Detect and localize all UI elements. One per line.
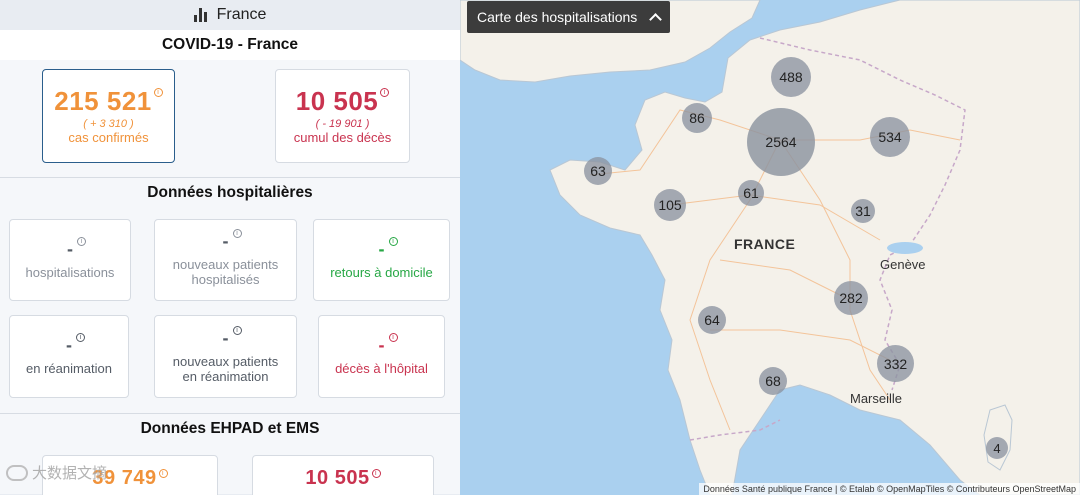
deaths-card[interactable]: 10 505 i ( - 19 901 ) cumul des décès: [275, 69, 410, 163]
hospitalisations-value: -i: [67, 236, 86, 258]
confirmed-delta: ( + 3 310 ): [83, 118, 134, 130]
cluster-marker[interactable]: 64: [698, 306, 726, 334]
cluster-marker[interactable]: 63: [584, 157, 612, 185]
new-hospitalised-value: -i: [223, 229, 242, 250]
info-icon[interactable]: i: [371, 469, 381, 478]
cluster-marker[interactable]: 282: [834, 281, 868, 315]
covid-title: COVID-19 - France: [0, 30, 460, 60]
info-icon[interactable]: i: [388, 236, 398, 246]
cluster-marker[interactable]: 31: [851, 199, 875, 223]
confirmed-value: 215 521 i: [43, 86, 174, 117]
cluster-marker[interactable]: 61: [738, 180, 764, 206]
hospitalisations-label: hospitalisations: [25, 264, 115, 280]
info-icon[interactable]: i: [158, 469, 168, 478]
cluster-marker[interactable]: 68: [759, 367, 787, 395]
cluster-marker[interactable]: 105: [654, 189, 686, 221]
chevron-up-icon[interactable]: [649, 12, 663, 26]
map-title-bar[interactable]: Carte des hospitalisations: [467, 1, 671, 33]
deaths-delta: ( - 19 901 ): [315, 118, 370, 130]
icu-label: en réanimation: [26, 361, 112, 376]
returns-home-label: retours à domicile: [330, 264, 433, 280]
returns-home-value: -i: [379, 236, 398, 258]
info-icon[interactable]: i: [76, 333, 85, 342]
confirmed-label: cas confirmés: [68, 130, 149, 145]
info-icon[interactable]: i: [77, 236, 86, 246]
city-label-marseille: Marseille: [850, 391, 903, 406]
cluster-marker[interactable]: 4: [986, 437, 1008, 459]
cluster-marker[interactable]: 2564: [747, 108, 815, 176]
country-label: FRANCE: [734, 236, 796, 252]
city-label-geneve: Genève: [880, 257, 926, 272]
cluster-marker[interactable]: 332: [877, 345, 914, 382]
new-icu-card[interactable]: -i nouveaux patients en réanimation: [154, 315, 297, 398]
region-selector[interactable]: France: [0, 0, 460, 30]
hospital-deaths-card[interactable]: -i décès à l'hôpital: [318, 315, 445, 398]
hospitalisation-map[interactable]: Carte des hospitalisations FRANCE Genève…: [460, 0, 1080, 495]
confirmed-cases-card[interactable]: 215 521 i ( + 3 310 ) cas confirmés: [42, 69, 175, 163]
new-icu-value: -i: [223, 325, 242, 347]
hospital-section: Données hospitalières -i hospitalisation…: [0, 178, 460, 414]
ehpad-deaths-card[interactable]: 10 505 i: [252, 455, 434, 495]
new-icu-label: nouveaux patients en réanimation: [172, 353, 279, 384]
covid-summary: 215 521 i ( + 3 310 ) cas confirmés 10 50…: [0, 60, 460, 178]
new-hospitalised-label: nouveaux patients hospitalisés: [172, 257, 279, 287]
icu-value: -i: [66, 333, 85, 354]
info-icon[interactable]: i: [388, 333, 398, 342]
info-icon[interactable]: i: [232, 325, 242, 335]
map-title: Carte des hospitalisations: [477, 9, 638, 25]
info-icon[interactable]: i: [232, 229, 242, 238]
hospital-deaths-value: -i: [379, 333, 398, 354]
watermark-logo-icon: [6, 464, 28, 481]
hospitalisations-card[interactable]: -i hospitalisations: [9, 219, 131, 301]
watermark: 大数据文摘: [6, 462, 107, 483]
region-name: France: [216, 6, 267, 23]
bar-chart-icon: [193, 8, 207, 22]
deaths-label: cumul des décès: [293, 130, 392, 145]
deaths-value: 10 505 i: [276, 86, 409, 117]
cluster-marker[interactable]: 488: [771, 57, 811, 97]
info-icon[interactable]: i: [153, 88, 163, 97]
new-hospitalised-card[interactable]: -i nouveaux patients hospitalisés: [154, 219, 297, 301]
ehpad-title: Données EHPAD et EMS: [0, 414, 460, 444]
hospital-deaths-label: décès à l'hôpital: [335, 361, 428, 376]
map-attribution[interactable]: Données Santé publique France | © Etalab…: [699, 483, 1080, 495]
info-icon[interactable]: i: [380, 88, 390, 97]
ehpad-deaths-value: 10 505 i: [253, 467, 433, 490]
stats-panel: France COVID-19 - France 215 521 i ( + 3 …: [0, 0, 460, 495]
cluster-marker[interactable]: 86: [682, 103, 712, 133]
icu-card[interactable]: -i en réanimation: [9, 315, 129, 398]
cluster-marker[interactable]: 534: [870, 117, 910, 157]
returns-home-card[interactable]: -i retours à domicile: [313, 219, 450, 301]
hospital-title: Données hospitalières: [0, 178, 460, 208]
